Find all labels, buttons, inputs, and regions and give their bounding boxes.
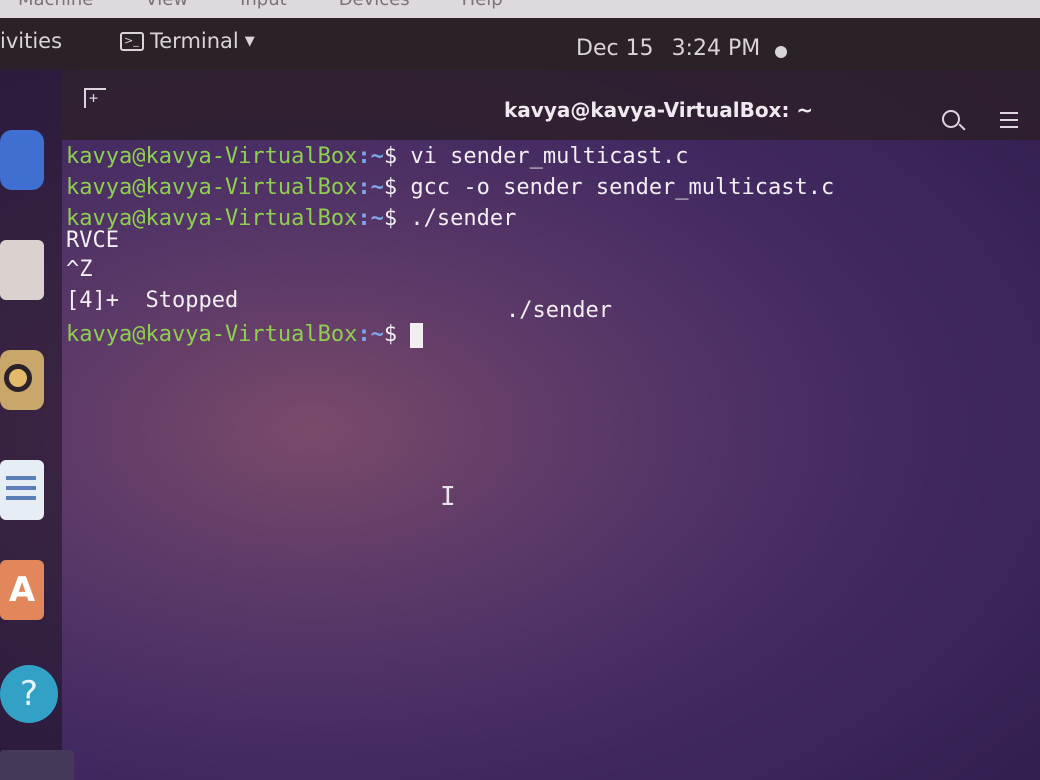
activities-button[interactable]: ivities <box>0 29 62 53</box>
speaker-icon <box>4 364 32 392</box>
app-menu-terminal[interactable]: >_ Terminal ▼ <box>120 29 255 53</box>
prompt-user: kavya@kavya-VirtualBox <box>66 144 358 169</box>
clock-date: Dec 15 <box>576 36 654 61</box>
dock-files-icon[interactable] <box>0 240 44 300</box>
prompt-symbol: $ <box>383 206 398 231</box>
command-text: gcc -o sender sender_multicast.c <box>397 175 835 200</box>
clock-time: 3:24 PM <box>671 36 761 61</box>
dock-help-icon[interactable]: ? <box>0 665 58 723</box>
terminal-line: kavya@kavya-VirtualBox:~$ gcc -o sender … <box>66 175 834 200</box>
new-tab-icon[interactable]: + <box>84 88 106 108</box>
output-line: [4]+ Stopped <box>66 288 239 313</box>
output-line: RVCE <box>66 228 119 253</box>
command-text: ./sender <box>397 206 517 231</box>
dock-software-icon[interactable]: A <box>0 560 44 620</box>
chevron-down-icon: ▼ <box>244 33 255 49</box>
clock[interactable]: Dec 15 3:24 PM <box>576 36 760 61</box>
menu-bar-line <box>1000 112 1018 114</box>
hamburger-menu-icon[interactable] <box>1000 112 1018 128</box>
menu-bar-line <box>1000 126 1018 128</box>
doc-line <box>6 476 36 480</box>
menu-devices[interactable]: Devices <box>339 0 410 10</box>
menu-bar-line <box>1000 119 1018 121</box>
dock-writer-icon[interactable] <box>0 460 44 520</box>
menu-help[interactable]: Help <box>462 0 503 10</box>
menu-input[interactable]: Input <box>240 0 287 10</box>
menu-machine[interactable]: Machine <box>18 0 93 10</box>
output-line: ^Z <box>66 257 93 282</box>
top-bar: ivities >_ Terminal ▼ Dec 15 3:24 PM <box>0 18 1040 70</box>
prompt-user: kavya@kavya-VirtualBox <box>66 175 358 200</box>
prompt-symbol: $ <box>383 175 398 200</box>
terminal-line-current: kavya@kavya-VirtualBox:~$ <box>66 322 424 348</box>
terminal-line: kavya@kavya-VirtualBox:~$ ./sender <box>66 206 516 231</box>
terminal-line: kavya@kavya-VirtualBox:~$ vi sender_mult… <box>66 144 689 169</box>
dock: A ? <box>0 70 74 780</box>
virtualbox-menu-bar: Machine View Input Devices Help <box>0 0 1040 18</box>
terminal-icon: >_ <box>120 31 144 51</box>
ibeam-cursor-icon: I <box>440 482 456 512</box>
dock-show-apps-icon[interactable] <box>0 750 74 780</box>
app-menu-label: Terminal <box>150 29 239 53</box>
prompt-path: :~ <box>357 144 384 169</box>
prompt-symbol: $ <box>383 144 398 169</box>
screen: Machine View Input Devices Help ivities … <box>0 0 1040 780</box>
prompt-path: :~ <box>357 322 384 347</box>
doc-line <box>6 496 36 500</box>
menu-view[interactable]: View <box>145 0 188 10</box>
status-dot-icon <box>775 46 787 58</box>
doc-line <box>6 486 36 490</box>
virtualbox-menu-items: Machine View Input Devices Help <box>18 0 503 10</box>
command-text: vi sender_multicast.c <box>397 144 689 169</box>
terminal-output[interactable]: kavya@kavya-VirtualBox:~$ vi sender_mult… <box>66 140 1026 760</box>
prompt-path: :~ <box>357 206 384 231</box>
text-cursor <box>410 322 424 348</box>
prompt-path: :~ <box>357 175 384 200</box>
search-icon[interactable] <box>942 110 960 128</box>
terminal-header-bar: + kavya@kavya-VirtualBox: ~ <box>62 70 1040 140</box>
terminal-window-title: kavya@kavya-VirtualBox: ~ <box>504 98 814 122</box>
dock-thunderbird-icon[interactable] <box>0 130 44 190</box>
prompt-symbol: $ <box>383 322 398 347</box>
dock-rhythmbox-icon[interactable] <box>0 350 44 410</box>
stopped-job-command: ./sender <box>506 298 612 323</box>
prompt-user: kavya@kavya-VirtualBox <box>66 322 358 347</box>
